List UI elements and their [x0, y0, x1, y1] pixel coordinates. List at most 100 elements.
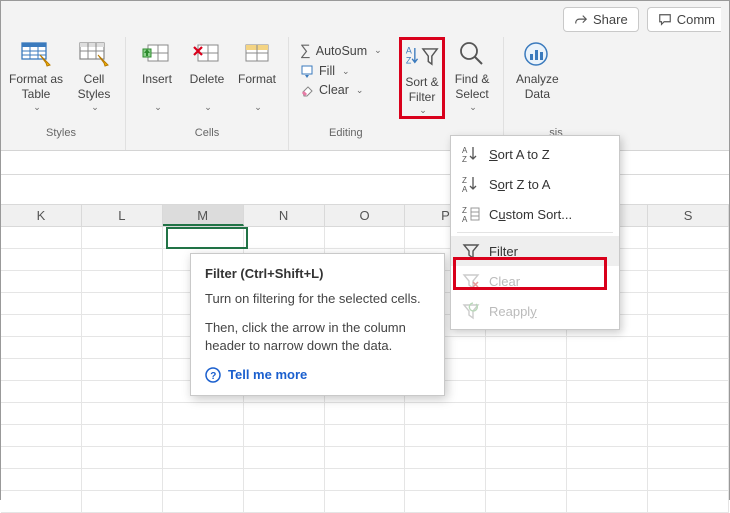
tell-me-more-link[interactable]: ? Tell me more: [205, 367, 430, 383]
share-button[interactable]: Share: [563, 7, 639, 32]
cell[interactable]: [648, 227, 729, 248]
cell[interactable]: [244, 425, 325, 446]
cell[interactable]: [163, 491, 244, 512]
cell[interactable]: [486, 403, 567, 424]
cell[interactable]: [405, 447, 486, 468]
format-button[interactable]: Format⌄: [234, 37, 280, 115]
cell[interactable]: [567, 425, 648, 446]
cell[interactable]: [648, 403, 729, 424]
cell-styles-button[interactable]: Cell Styles⌄: [71, 37, 117, 115]
cell[interactable]: [648, 447, 729, 468]
comments-button[interactable]: Comm: [647, 7, 721, 32]
cell[interactable]: [1, 491, 82, 512]
cell[interactable]: [163, 447, 244, 468]
cell[interactable]: [648, 469, 729, 490]
cell[interactable]: [405, 403, 486, 424]
cell[interactable]: [1, 249, 82, 270]
menu-sort-za[interactable]: ZA Sort Z to A: [451, 169, 619, 199]
cell[interactable]: [1, 403, 82, 424]
cell[interactable]: [567, 469, 648, 490]
cell[interactable]: [648, 425, 729, 446]
cell[interactable]: [648, 359, 729, 380]
cell[interactable]: [244, 491, 325, 512]
cell[interactable]: [325, 447, 406, 468]
cell[interactable]: [82, 447, 163, 468]
cell[interactable]: [82, 359, 163, 380]
cell[interactable]: [1, 337, 82, 358]
cell[interactable]: [82, 227, 163, 248]
cell[interactable]: [405, 491, 486, 512]
cell[interactable]: [1, 469, 82, 490]
cell[interactable]: [486, 337, 567, 358]
insert-button[interactable]: Insert⌄: [134, 37, 180, 115]
cell[interactable]: [244, 403, 325, 424]
menu-custom-sort[interactable]: ZA Custom Sort...: [451, 199, 619, 229]
find-select-button[interactable]: Find & Select⌄: [449, 37, 495, 115]
cell[interactable]: [1, 425, 82, 446]
cell[interactable]: [486, 469, 567, 490]
cell[interactable]: [244, 469, 325, 490]
cell[interactable]: [486, 425, 567, 446]
cell[interactable]: [1, 315, 82, 336]
menu-filter[interactable]: Filter: [451, 236, 619, 266]
cell[interactable]: [1, 293, 82, 314]
cell[interactable]: [1, 447, 82, 468]
cell[interactable]: [82, 249, 163, 270]
cell[interactable]: [325, 491, 406, 512]
delete-button[interactable]: Delete⌄: [184, 37, 230, 115]
cell[interactable]: [648, 381, 729, 402]
cell[interactable]: [163, 469, 244, 490]
cell[interactable]: [163, 403, 244, 424]
cell[interactable]: [82, 491, 163, 512]
cell[interactable]: [1, 271, 82, 292]
clear-button[interactable]: Clear ⌄: [297, 82, 395, 98]
cell[interactable]: [325, 403, 406, 424]
column-header-M[interactable]: M: [163, 205, 244, 226]
cell[interactable]: [82, 469, 163, 490]
cell[interactable]: [567, 359, 648, 380]
cell[interactable]: [567, 381, 648, 402]
column-header-O[interactable]: O: [325, 205, 406, 226]
cell[interactable]: [82, 293, 163, 314]
cell[interactable]: [82, 271, 163, 292]
cell[interactable]: [82, 381, 163, 402]
cell[interactable]: [244, 227, 325, 248]
cell[interactable]: [325, 469, 406, 490]
cell[interactable]: [567, 403, 648, 424]
cell[interactable]: [486, 381, 567, 402]
cell[interactable]: [325, 425, 406, 446]
cell[interactable]: [648, 315, 729, 336]
cell[interactable]: [163, 425, 244, 446]
cell[interactable]: [82, 425, 163, 446]
cell[interactable]: [163, 227, 244, 248]
cell[interactable]: [405, 469, 486, 490]
cell[interactable]: [648, 337, 729, 358]
cell[interactable]: [486, 359, 567, 380]
menu-sort-az[interactable]: AZ Sort A to Z: [451, 139, 619, 169]
cell[interactable]: [567, 447, 648, 468]
cell[interactable]: [1, 227, 82, 248]
cell[interactable]: [567, 491, 648, 512]
cell[interactable]: [648, 249, 729, 270]
cell[interactable]: [1, 359, 82, 380]
format-as-table-button[interactable]: Format as Table⌄: [5, 37, 67, 115]
cell[interactable]: [648, 271, 729, 292]
analyze-data-button[interactable]: Analyze Data: [512, 37, 563, 104]
column-header-S[interactable]: S: [648, 205, 729, 226]
cell[interactable]: [486, 491, 567, 512]
column-header-L[interactable]: L: [82, 205, 163, 226]
cell[interactable]: [648, 491, 729, 512]
cell[interactable]: [82, 403, 163, 424]
cell[interactable]: [325, 227, 406, 248]
fill-button[interactable]: Fill ⌄: [297, 63, 395, 79]
autosum-button[interactable]: ∑ AutoSum ⌄: [297, 41, 395, 60]
sort-filter-button[interactable]: AZ Sort & Filter⌄: [399, 37, 445, 119]
cell[interactable]: [486, 447, 567, 468]
cell[interactable]: [82, 337, 163, 358]
cell[interactable]: [648, 293, 729, 314]
cell[interactable]: [244, 447, 325, 468]
column-header-K[interactable]: K: [1, 205, 82, 226]
column-header-N[interactable]: N: [244, 205, 325, 226]
cell[interactable]: [1, 381, 82, 402]
cell[interactable]: [567, 337, 648, 358]
